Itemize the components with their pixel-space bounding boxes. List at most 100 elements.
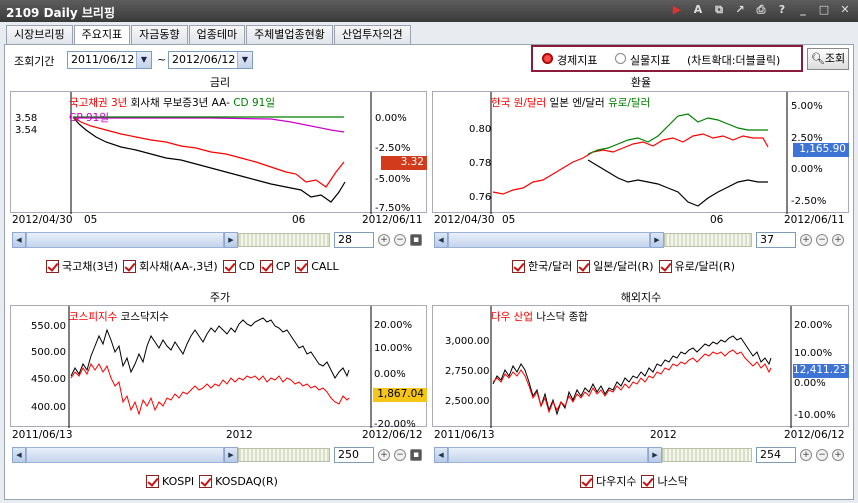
checkbox[interactable] [46, 259, 59, 273]
check-item[interactable]: 유로/달러(R) [658, 258, 735, 274]
date-from-combo[interactable]: 2011/06/12 ▼ [67, 51, 152, 69]
checkbox[interactable] [580, 474, 593, 488]
search-button[interactable]: 🔍︎조회 [807, 48, 849, 70]
tab-market-briefing[interactable]: 시장브리핑 [6, 25, 73, 45]
rates-zoom-input[interactable]: 28 [334, 232, 374, 248]
overseas-zoom-input[interactable]: 254 [756, 447, 796, 463]
tab-industry-opinion[interactable]: 산업투자의견 [333, 25, 411, 45]
copy-icon[interactable]: ⧉ [712, 3, 726, 17]
overseas-chart[interactable]: 3,000.00 2,750.00 2,500.00 20.00% 10.00%… [432, 305, 849, 428]
zoom-out-icon[interactable]: − [816, 449, 828, 461]
chevron-down-icon[interactable]: ▼ [237, 52, 252, 68]
maximize-icon[interactable]: □ [817, 3, 831, 17]
rates-zoom-track[interactable] [238, 233, 330, 247]
checkbox[interactable] [259, 259, 273, 273]
stock-zoom-track[interactable] [238, 448, 330, 462]
rates-x-start: 2012/04/30 [12, 214, 73, 226]
check-item[interactable]: KOSDAQ(R) [199, 474, 278, 488]
radio-real[interactable] [615, 53, 626, 64]
tab-key-indicators[interactable]: 주요지표 [73, 25, 131, 46]
scroll-right-button[interactable]: ▶ [224, 447, 238, 463]
stock-scrollbar[interactable] [26, 447, 224, 463]
tab-fund-flow[interactable]: 자금동향 [131, 25, 188, 45]
checkbox[interactable] [199, 474, 213, 488]
scroll-right-button[interactable]: ▶ [650, 232, 664, 248]
checkbox[interactable] [295, 259, 309, 273]
fx-zoom-track[interactable] [664, 233, 752, 247]
stock-right-tick: -20.00% [374, 419, 416, 428]
checkbox[interactable] [146, 474, 159, 488]
check-item[interactable]: 회사채(AA-,3년) [123, 258, 218, 274]
close-icon[interactable]: ✕ [838, 3, 852, 17]
zoom-in-icon[interactable]: + [378, 234, 390, 246]
tab-sector-theme[interactable]: 업종테마 [188, 25, 246, 45]
help-icon[interactable]: ? [775, 3, 789, 17]
stock-series-red [70, 362, 350, 416]
rates-value-badge: 3.32 [381, 156, 427, 170]
checkbox[interactable] [641, 474, 655, 488]
link-icon[interactable]: ↗ [733, 3, 747, 17]
scroll-left-button[interactable]: ◀ [12, 232, 26, 248]
checkbox[interactable] [577, 259, 591, 273]
zoom-in-icon[interactable]: + [378, 449, 390, 461]
overseas-zoom-track[interactable] [662, 448, 752, 462]
date-to-value: 2012/06/12 [172, 53, 236, 66]
scroll-left-button[interactable]: ◀ [434, 447, 448, 463]
stock-x-start: 2011/06/13 [12, 429, 73, 441]
zoom-reset-icon[interactable]: + [832, 234, 844, 246]
stock-chart[interactable]: 550.00 500.00 450.00 400.00 20.00% 10.00… [10, 305, 427, 430]
play-icon[interactable]: ▶ [670, 3, 684, 17]
check-item[interactable]: 한국/달러 [512, 258, 572, 274]
fx-x-tick: 06 [710, 214, 724, 226]
scroll-left-button[interactable]: ◀ [434, 232, 448, 248]
scroll-right-button[interactable]: ▶ [224, 232, 238, 248]
fx-zoom-input[interactable]: 37 [756, 232, 796, 248]
chevron-down-icon[interactable]: ▼ [136, 52, 151, 68]
check-item[interactable]: CP [259, 259, 290, 273]
print-icon[interactable]: ⎙ [754, 3, 768, 17]
rates-scrollbar[interactable] [26, 232, 224, 248]
font-icon[interactable]: A [691, 3, 705, 17]
check-item[interactable]: 다우지수 [580, 473, 636, 489]
tab-investor-sector[interactable]: 주체별업종현황 [246, 25, 333, 45]
zoom-in-icon[interactable]: + [800, 449, 812, 461]
rates-chart[interactable]: 3.58 3.54 0.00% -2.50% -5.00% -7.50% 국고채… [10, 91, 427, 214]
zoom-in-icon[interactable]: + [800, 234, 812, 246]
overseas-svg: 3,000.00 2,750.00 2,500.00 20.00% 10.00%… [445, 306, 836, 428]
checkbox[interactable] [658, 259, 672, 273]
checkbox[interactable] [222, 259, 236, 273]
rates-right-tick: 0.00% [375, 113, 407, 124]
zoom-reset-icon[interactable]: ▪ [410, 449, 422, 461]
fx-scrollbar[interactable] [448, 232, 650, 248]
checkbox[interactable] [512, 259, 525, 273]
date-to-combo[interactable]: 2012/06/12 ▼ [168, 51, 253, 69]
zoom-reset-icon[interactable]: + [832, 449, 844, 461]
zoom-out-icon[interactable]: − [816, 234, 828, 246]
zoom-out-icon[interactable]: − [394, 234, 406, 246]
rates-left-tick: 3.54 [15, 125, 37, 136]
check-item[interactable]: 국고채(3년) [46, 258, 118, 274]
radio-economic[interactable] [542, 53, 553, 64]
check-item[interactable]: CD [222, 259, 255, 273]
rates-right-tick: -7.50% [375, 203, 410, 214]
window-title: 2109 Daily 브리핑 [6, 6, 115, 20]
minimize-icon[interactable]: _ [796, 3, 810, 17]
overseas-scrollbar[interactable] [448, 447, 648, 463]
check-item[interactable]: 나스닥 [641, 473, 688, 489]
zoom-hint: (차트확대:더블클릭) [687, 54, 781, 67]
search-icon: 🔍︎ [810, 52, 825, 65]
overseas-title: 해외지수 [620, 291, 662, 304]
fx-chart[interactable]: 0.80 0.78 0.76 5.00% 2.50% 0.00% -2.50% … [432, 91, 849, 214]
fx-value-badge: 1,165.90 [793, 143, 849, 157]
check-item[interactable]: CALL [295, 259, 339, 273]
checkbox[interactable] [123, 259, 137, 273]
scroll-left-button[interactable]: ◀ [12, 447, 26, 463]
stock-zoom-input[interactable]: 250 [334, 447, 374, 463]
tilde: ~ [157, 53, 167, 66]
check-item[interactable]: KOSPI [146, 474, 194, 488]
zoom-reset-icon[interactable]: ▪ [410, 234, 422, 246]
zoom-out-icon[interactable]: − [394, 449, 406, 461]
scroll-right-button[interactable]: ▶ [648, 447, 662, 463]
check-item[interactable]: 일본/달러(R) [577, 258, 654, 274]
legend-item: 일본 엔/달러 [549, 97, 605, 109]
